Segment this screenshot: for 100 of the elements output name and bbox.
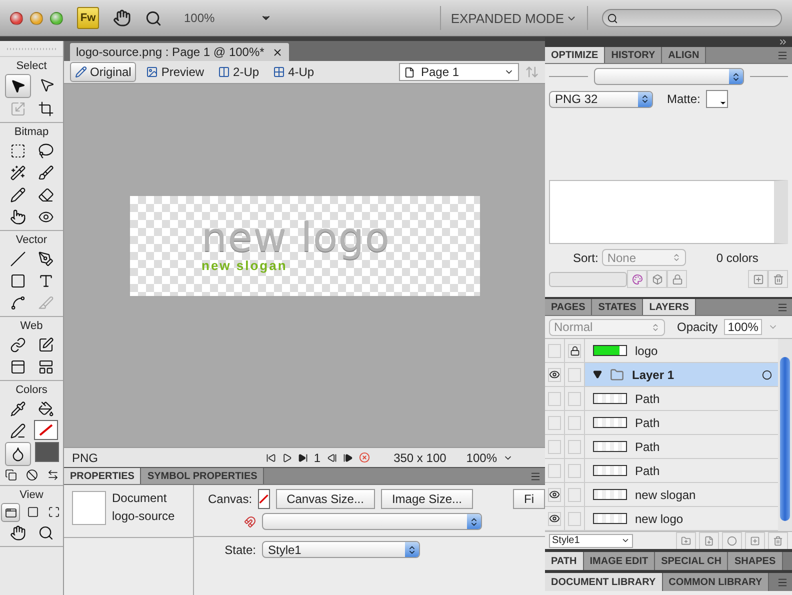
cube-button[interactable] — [647, 270, 667, 288]
canvas-color-swatch[interactable] — [258, 489, 270, 509]
last-frame-icon[interactable] — [298, 452, 308, 462]
search-icon — [607, 12, 618, 24]
layer-thumbnail — [593, 513, 627, 524]
layer-row[interactable]: Path — [545, 387, 778, 411]
layer-row[interactable]: Path — [545, 459, 778, 483]
zoom-level[interactable]: 100% — [184, 11, 246, 25]
panel-tab[interactable]: COMMON LIBRARY — [662, 573, 770, 591]
panel-menu-icon[interactable] — [777, 576, 788, 588]
visibility-toggle[interactable] — [548, 488, 561, 502]
visibility-toggle[interactable] — [548, 512, 561, 526]
canvas-option-select[interactable] — [262, 513, 482, 530]
panel-tab[interactable]: PAGES — [545, 299, 592, 315]
pen-icon — [38, 251, 54, 267]
panel-tab[interactable]: STATES — [592, 299, 644, 315]
disclosure-triangle-icon[interactable] — [593, 370, 602, 379]
layer-thumbnail — [593, 345, 627, 356]
view-tab[interactable]: 4-Up — [269, 63, 318, 81]
stepper-icon — [651, 322, 660, 332]
play-icon[interactable] — [282, 452, 292, 462]
panel-tab[interactable]: SYMBOL PROPERTIES — [141, 468, 264, 484]
lock-toggle[interactable] — [568, 488, 581, 502]
freeform-icon — [10, 295, 26, 311]
close-icon[interactable] — [272, 46, 284, 58]
layer-row[interactable]: new slogan — [545, 483, 778, 507]
stop-icon[interactable] — [358, 452, 370, 463]
hand-icon[interactable] — [113, 9, 131, 27]
tool-group-title: Select — [16, 60, 47, 72]
lock-toggle[interactable] — [568, 392, 581, 406]
panel-tab[interactable]: OPTIMIZE — [545, 47, 606, 63]
layer-name: Path — [635, 392, 661, 406]
minimize-window-button[interactable] — [30, 12, 43, 24]
panel-menu-icon[interactable] — [530, 470, 541, 482]
stroke-color-swatch[interactable] — [34, 420, 58, 440]
scrollbar[interactable] — [778, 339, 792, 531]
view-tab[interactable]: Original — [70, 62, 136, 82]
state-select[interactable]: Style1 — [262, 541, 420, 558]
visibility-toggle[interactable] — [548, 416, 561, 430]
lock-toggle[interactable] — [568, 440, 581, 454]
document-tab[interactable]: logo-source.png : Page 1 @ 100%* — [70, 43, 290, 61]
panel-tab[interactable]: IMAGE EDIT — [584, 552, 656, 570]
panel-tab[interactable]: LAYERS — [643, 299, 696, 315]
eye-icon — [549, 489, 560, 500]
pointer-tool[interactable] — [4, 74, 30, 98]
view-tab[interactable]: Preview — [142, 63, 208, 81]
layer-row[interactable]: Layer 1 — [545, 363, 778, 387]
properties-button[interactable]: Fi — [513, 489, 545, 509]
search-field[interactable] — [602, 9, 782, 27]
first-frame-icon[interactable] — [266, 452, 276, 462]
circle-icon[interactable] — [762, 370, 772, 380]
visibility-toggle[interactable] — [548, 368, 561, 382]
properties-button[interactable]: Canvas Size... — [276, 489, 375, 509]
panel-menu-icon[interactable] — [777, 50, 788, 60]
panel-tab[interactable]: PATH — [545, 552, 584, 570]
matte-label: Matte: — [667, 92, 700, 106]
lock-button[interactable] — [667, 270, 687, 288]
style-select[interactable]: Style1 — [549, 534, 633, 548]
panel-tab[interactable]: SHAPES — [728, 552, 783, 570]
layer-thumbnail — [593, 393, 627, 404]
layer-row[interactable]: new logo — [545, 507, 778, 531]
format-select[interactable]: PNG 32 — [549, 90, 653, 108]
lock-toggle[interactable] — [568, 416, 581, 430]
opacity-field[interactable]: 100% — [724, 319, 762, 335]
visibility-toggle[interactable] — [548, 440, 561, 454]
panel-menu-icon[interactable] — [777, 302, 788, 312]
lock-toggle[interactable] — [568, 344, 581, 358]
lock-toggle[interactable] — [568, 368, 581, 382]
visibility-toggle[interactable] — [548, 392, 561, 406]
layer-row[interactable]: Path — [545, 411, 778, 435]
panel-tab[interactable]: ALIGN — [662, 47, 706, 63]
close-window-button[interactable] — [10, 12, 23, 24]
fill-color-swatch[interactable] — [34, 442, 58, 462]
visibility-toggle[interactable] — [548, 344, 561, 358]
next-frame-icon[interactable] — [342, 452, 353, 462]
panel-tab[interactable]: HISTORY — [605, 47, 662, 63]
panel-tab[interactable]: SPECIAL CH — [655, 552, 728, 570]
collapse-icon[interactable] — [778, 37, 788, 47]
standard-mode-tool[interactable] — [1, 503, 20, 522]
panel-tab[interactable]: PROPERTIES — [64, 468, 142, 484]
zoom-window-button[interactable] — [50, 12, 63, 24]
lock-toggle[interactable] — [568, 512, 581, 526]
hotspot-icon — [10, 337, 26, 353]
page-select[interactable]: Page 1 — [399, 63, 519, 81]
previous-frame-icon[interactable] — [326, 452, 337, 462]
color-wheel-button[interactable] — [627, 270, 647, 288]
color-field[interactable] — [549, 272, 627, 286]
fill-tool[interactable] — [4, 442, 30, 466]
lock-toggle[interactable] — [568, 464, 581, 478]
visibility-toggle[interactable] — [548, 464, 561, 478]
zoom-level[interactable]: 100% — [466, 450, 497, 464]
window-icon — [4, 506, 16, 518]
layer-row[interactable]: Path — [545, 435, 778, 459]
view-tab[interactable]: 2-Up — [214, 63, 264, 81]
properties-button[interactable]: Image Size... — [380, 489, 473, 509]
panel-tab[interactable]: DOCUMENT LIBRARY — [545, 573, 663, 591]
preset-select[interactable] — [594, 68, 744, 85]
matte-color-swatch[interactable] — [706, 90, 728, 108]
workspace-mode-button[interactable]: EXPANDED MODE — [440, 6, 588, 30]
zoom-icon[interactable] — [145, 10, 162, 26]
